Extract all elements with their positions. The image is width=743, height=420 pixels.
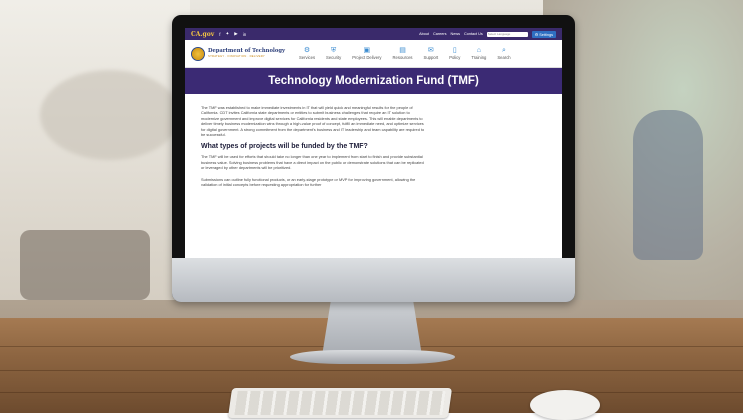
shield-icon: ⛨ <box>330 47 337 54</box>
intro-paragraph: The TMF was established to make immediat… <box>201 105 425 137</box>
monitor-stand <box>322 300 422 354</box>
page-banner: Technology Modernization Fund (TMF) <box>185 68 562 94</box>
briefcase-icon: ▣ <box>363 47 371 54</box>
top-link-news[interactable]: News <box>451 32 461 36</box>
background-chair <box>20 230 150 300</box>
book-icon: ▤ <box>399 47 406 54</box>
nav-item-search[interactable]: ⌕ Search <box>497 47 510 60</box>
page-title: Technology Modernization Fund (TMF) <box>268 75 479 87</box>
background-lamp <box>40 70 180 160</box>
section-paragraph: The TMF will be used for efforts that sh… <box>201 154 424 171</box>
main-navigation: Department of Technology STRATEGY · INNO… <box>185 40 562 68</box>
settings-label: Settings <box>539 32 553 37</box>
monitor-stand-base <box>290 350 455 364</box>
document-icon: ▯ <box>452 47 457 54</box>
section-paragraph-2: Submissions can outline fully functional… <box>201 176 416 187</box>
main-content: The TMF was established to make immediat… <box>185 94 425 187</box>
nav-item-resources[interactable]: ▤ Resources <box>393 47 413 60</box>
gear-icon: ⚙ <box>303 47 311 54</box>
language-select[interactable]: Select Language <box>486 31 528 37</box>
top-link-careers[interactable]: Careers <box>433 32 447 36</box>
search-icon: ⌕ <box>502 47 506 54</box>
nav-item-security[interactable]: ⛨ Security <box>326 47 341 60</box>
facebook-icon[interactable]: f <box>219 32 220 37</box>
site-logo[interactable]: Department of Technology STRATEGY · INNO… <box>191 46 285 61</box>
settings-button[interactable]: ⚙ Settings <box>531 30 556 38</box>
nav-item-support[interactable]: ✉ Support <box>424 47 439 60</box>
youtube-icon[interactable]: ▶ <box>234 31 237 37</box>
monitor-chin <box>172 258 575 302</box>
ca-gov-logo[interactable]: CA.gov <box>191 31 214 38</box>
browser-screen: CA.gov f ✦ ▶ in About Careers News Conta… <box>185 28 562 258</box>
org-tagline: STRATEGY · INNOVATION · DELIVERY <box>208 53 265 58</box>
nav-item-policy[interactable]: ▯ Policy <box>449 47 460 60</box>
graduation-icon: ⌂ <box>476 47 481 54</box>
top-link-about[interactable]: About <box>419 32 429 36</box>
mouse <box>530 390 600 420</box>
twitter-icon[interactable]: ✦ <box>225 31 229 37</box>
chat-icon: ✉ <box>427 47 434 54</box>
top-link-contact[interactable]: Contact Us <box>464 32 483 36</box>
nav-item-project-delivery[interactable]: ▣ Project Delivery <box>352 47 381 60</box>
linkedin-icon[interactable]: in <box>243 32 247 37</box>
keyboard <box>227 388 453 418</box>
nav-item-services[interactable]: ⚙ Services <box>299 47 315 60</box>
state-seal-icon <box>191 46 205 61</box>
background-person <box>633 110 703 260</box>
utility-links: About Careers News Contact Us Select Lan… <box>419 30 556 38</box>
nav-item-training[interactable]: ⌂ Training <box>471 47 486 60</box>
utility-bar: CA.gov f ✦ ▶ in About Careers News Conta… <box>185 28 562 40</box>
section-heading: What types of projects will be funded by… <box>201 143 368 151</box>
